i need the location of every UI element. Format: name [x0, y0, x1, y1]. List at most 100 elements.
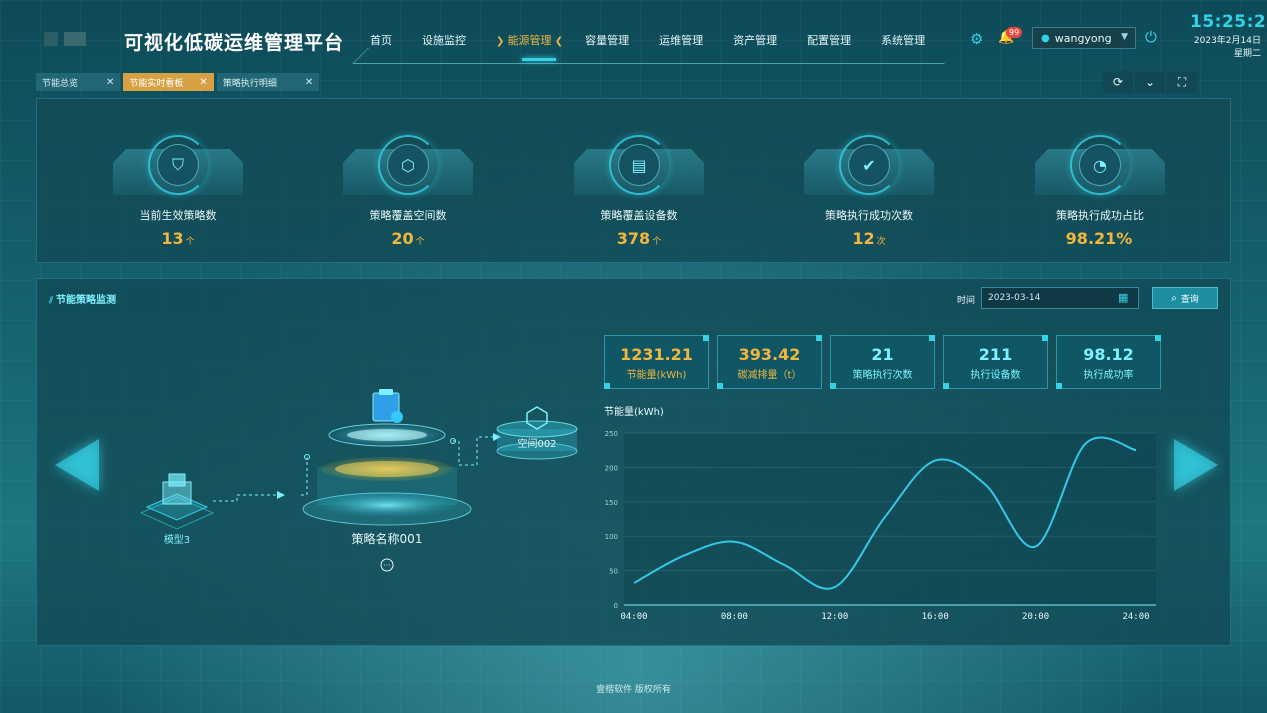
strategy-label: 策略名称001 — [352, 531, 423, 546]
active-nav-indicator — [522, 58, 556, 61]
nav-item-system[interactable]: 系统管理 — [881, 32, 925, 48]
tab-bar: 节能总览 ✕ 节能实时看板 ✕ 策略执行明细 ✕ — [36, 73, 320, 91]
nav-item-assets[interactable]: 资产管理 — [733, 32, 777, 48]
username: wangyong — [1054, 31, 1112, 45]
weekday-text: 星期二 — [1233, 49, 1261, 59]
pie-chart-icon: ◔ — [1079, 144, 1121, 186]
gear-icon[interactable]: ⚙ — [970, 30, 983, 48]
refresh-icon[interactable]: ⟳ — [1103, 71, 1133, 93]
x-tick-label: 12:00 — [821, 612, 848, 622]
nav-item-config[interactable]: 配置管理 — [807, 32, 851, 48]
strategy-flow-diagram: 模型3 策略名称001 ··· 空间002 — [139, 389, 578, 572]
stat-value: 98.21% — [1065, 229, 1133, 248]
y-tick-label: 200 — [605, 464, 618, 472]
device-list-icon: ▤ — [618, 144, 660, 186]
stat-value: 12 次 — [852, 229, 886, 248]
kpi-device-count: 211 执行设备数 — [943, 335, 1048, 389]
prev-arrow-icon[interactable] — [55, 439, 99, 491]
stat-active-strategies: ⛉ 当前生效策略数 13 个 — [101, 99, 251, 264]
x-tick-label: 08:00 — [721, 612, 748, 622]
tab-realtime-board[interactable]: 节能实时看板 ✕ — [123, 73, 214, 91]
time-label: 时间 — [957, 296, 976, 306]
nav-item-capacity[interactable]: 容量管理 — [585, 32, 629, 48]
x-tick-label: 16:00 — [922, 612, 949, 622]
stat-label: 策略覆盖设备数 — [600, 209, 678, 222]
tab-label: 节能实时看板 — [129, 78, 184, 89]
clock: 15:25:23 — [1190, 12, 1267, 32]
main-nav: 首页 设施监控 能源管理 容量管理 运维管理 资产管理 配置管理 系统管理 — [370, 32, 955, 48]
kpi-carbon-reduction: 393.42 碳减排量（t） — [717, 335, 822, 389]
arrow-icon — [277, 491, 285, 499]
chevron-down-icon[interactable]: ⌄ — [1135, 71, 1165, 93]
nav-item-home[interactable]: 首页 — [370, 32, 392, 48]
date-display: 2023年2月14日 星期二 — [1194, 35, 1261, 61]
x-tick-label: 04:00 — [620, 612, 647, 622]
caret-down-icon: ▼ — [1121, 32, 1128, 42]
next-arrow-icon[interactable] — [1174, 439, 1218, 491]
model-label: 模型3 — [164, 533, 190, 546]
strategy-node[interactable] — [302, 389, 472, 526]
tab-tools: ⟳ ⌄ ⛶ — [1103, 71, 1199, 93]
nav-item-facility-monitor[interactable]: 设施监控 — [422, 32, 466, 48]
shield-check-icon: ⛉ — [157, 144, 199, 186]
nav-item-energy[interactable]: 能源管理 — [496, 32, 563, 48]
footer-copyright: 壹楷软件 版权所有 — [596, 685, 671, 695]
chart-title: 节能量(kWh) — [604, 405, 664, 418]
tab-strategy-details[interactable]: 策略执行明细 ✕ — [216, 73, 320, 91]
stat-label: 策略覆盖空间数 — [369, 209, 447, 222]
x-tick-label: 24:00 — [1122, 612, 1149, 622]
x-tick-label: 20:00 — [1022, 612, 1049, 622]
kpi-success-rate: 98.12 执行成功率 — [1056, 335, 1161, 389]
stat-value: 378 个 — [616, 229, 662, 248]
kpi-energy-saved: 1231.21 节能量(kWh) — [604, 335, 709, 389]
close-icon[interactable]: ✕ — [199, 77, 207, 88]
calendar-icon[interactable]: ▦ — [1118, 291, 1128, 304]
check-circle-icon: ✔ — [848, 144, 890, 186]
y-tick-label: 100 — [605, 533, 618, 541]
user-icon: ● — [1041, 32, 1050, 44]
space-node[interactable] — [496, 406, 578, 460]
connector-line — [453, 436, 497, 466]
logo — [44, 32, 86, 46]
space-label: 空间002 — [517, 437, 556, 450]
user-menu[interactable]: ● wangyong ▼ — [1032, 27, 1136, 49]
date-picker-input[interactable] — [981, 287, 1139, 309]
cube-icon: ⬡ — [387, 144, 429, 186]
tab-label: 策略执行明细 — [222, 78, 277, 89]
y-tick-label: 50 — [609, 568, 618, 576]
stat-covered-devices: ▤ 策略覆盖设备数 378 个 — [562, 99, 712, 264]
tab-energy-overview[interactable]: 节能总览 ✕ — [36, 73, 121, 91]
model-node[interactable] — [139, 473, 215, 530]
svg-text:···: ··· — [383, 561, 391, 570]
stat-label: 策略执行成功次数 — [825, 209, 913, 222]
section-title: ⫽ 节能策略监测 — [49, 295, 117, 306]
y-tick-label: 250 — [605, 430, 618, 438]
notification-badge: 99 — [1006, 27, 1023, 38]
double-slash-icon: ⫽ — [49, 296, 54, 306]
y-tick-label: 150 — [605, 499, 618, 507]
stat-label: 当前生效策略数 — [139, 209, 217, 222]
strategy-monitor-panel: ⫽节能策略监测 时间 ▦ ⌕查询 1231.21节能量(kWh) 393.42碳… — [36, 278, 1231, 646]
query-button[interactable]: ⌕ 查询 — [1152, 287, 1218, 309]
stat-value: 20 个 — [391, 229, 425, 248]
connector-line — [213, 494, 277, 502]
stat-success-ratio: ◔ 策略执行成功占比 98.21% — [1023, 99, 1173, 264]
kpi-row: 1231.21 节能量(kWh) 393.42 碳减排量（t） 21 策略执行次数 2… — [604, 335, 1161, 389]
energy-line-chart: 节能量(kWh) 0 50 100 150 200 250 04:00 08:00 12:00 16… — [604, 405, 1156, 622]
power-icon[interactable]: ⏻ — [1145, 28, 1157, 46]
nav-item-ops[interactable]: 运维管理 — [659, 32, 703, 48]
search-icon: ⌕ — [1171, 292, 1177, 304]
more-options-icon[interactable]: ··· — [380, 558, 394, 572]
stat-value: 13 个 — [161, 229, 195, 248]
fullscreen-icon[interactable]: ⛶ — [1167, 71, 1197, 93]
tab-label: 节能总览 — [42, 78, 79, 89]
header-divider — [352, 48, 960, 64]
close-icon[interactable]: ✕ — [106, 77, 114, 88]
kpi-execution-count: 21 策略执行次数 — [830, 335, 935, 389]
stat-covered-spaces: ⬡ 策略覆盖空间数 20 个 — [331, 99, 481, 264]
stats-panel: ⛉ 当前生效策略数 13 个 ⬡ 策略覆盖空间数 20 个 ▤ 策略覆盖设备数 37… — [36, 98, 1231, 263]
date-text: 2023年2月14日 — [1193, 36, 1261, 46]
app-title: 可视化低碳运维管理平台 — [124, 32, 345, 54]
close-icon[interactable]: ✕ — [305, 77, 313, 88]
y-tick-label: 0 — [614, 602, 618, 610]
